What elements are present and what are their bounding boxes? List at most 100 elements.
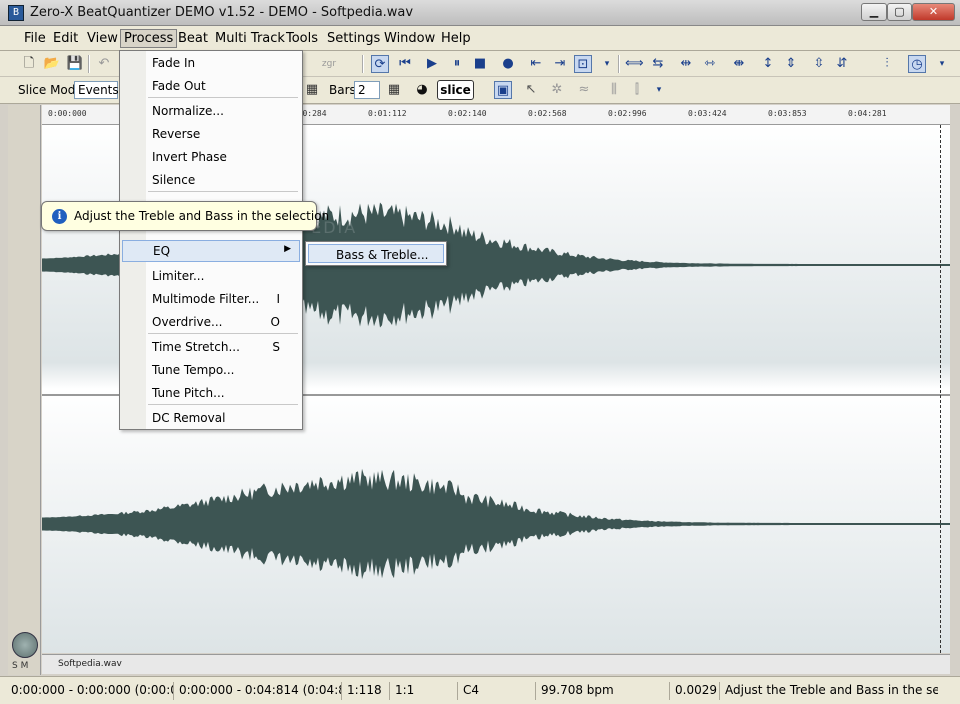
menu-item-limiter[interactable]: Limiter... [152,269,204,283]
save-icon[interactable]: 💾 [66,55,84,73]
menu-multi-track[interactable]: Multi Track [215,31,285,46]
fit-horizontal-icon[interactable]: ⇹ [677,55,695,73]
menu-item-eq-label: EQ [153,244,171,258]
snap-icon[interactable]: ⊡ [574,55,592,73]
menu-item-bass-treble-label: Bass & Treble... [336,248,429,262]
horizontal-scrollbar[interactable]: Softpedia.wav [42,654,950,674]
minimize-button[interactable]: ▁ [861,3,887,21]
slice-button[interactable]: slice [437,80,474,100]
menu-help[interactable]: Help [441,31,471,46]
zoom-out-horizontal-icon[interactable]: ⟺ [625,55,644,73]
toolbar-separator [88,55,90,73]
menu-item-fade-out[interactable]: Fade Out [152,79,206,93]
zoom-reset-icon[interactable]: zgr [320,55,338,73]
menu-process[interactable]: Process [120,29,178,48]
menu-separator [148,404,298,405]
stop-icon[interactable]: ■ [471,55,489,73]
pause-icon[interactable]: ⏸ [448,55,466,73]
tooltip: i Adjust the Treble and Bass in the sele… [41,201,329,231]
zoom-vertical-icon[interactable]: ↕ [759,55,777,73]
grid-icon[interactable]: ⫶ [878,55,896,73]
menu-beat[interactable]: Beat [178,31,208,46]
tick-label: 0:04:281 [848,109,887,118]
maximize-button[interactable]: ▢ [887,3,912,21]
skip-back-icon[interactable]: ⏮ [396,55,414,73]
menu-item-fade-in[interactable]: Fade In [152,56,195,70]
menu-item-dc-removal[interactable]: DC Removal [152,411,225,425]
tick-label: 0:02:996 [608,109,647,118]
clock-icon[interactable]: ◷ [908,55,926,73]
menu-settings[interactable]: Settings [327,31,380,46]
status-note: C4 [460,682,536,700]
marker-left-icon[interactable]: ⇤ [527,55,545,73]
status-hint: Adjust the Treble and Bass in the select… [725,683,938,697]
status-bar: 0:00:000 - 0:00:000 (0:00:000) 0:00:000 … [0,676,960,704]
menu-tools[interactable]: Tools [286,31,318,46]
zoom-in-horizontal-icon[interactable]: ⇆ [649,55,667,73]
menu-item-overdrive[interactable]: Overdrive... [152,315,222,329]
slice-mode-select[interactable]: Events [74,81,119,99]
center-vertical-icon[interactable]: ⇵ [833,55,851,73]
menu-bar: File Edit View Process Beat Multi Track … [0,26,960,51]
status-ratio-2: 1:1 [392,682,458,700]
menu-item-bass-treble[interactable]: Bass & Treble... [308,244,444,263]
menu-item-reverse[interactable]: Reverse [152,127,200,141]
menu-item-tune-pitch[interactable]: Tune Pitch... [152,386,225,400]
marker-right-icon[interactable]: ⇥ [551,55,569,73]
track-file-label: Softpedia.wav [58,659,122,669]
toolbar-separator [362,55,364,73]
menu-item-invert-phase[interactable]: Invert Phase [152,150,227,164]
menu-separator [148,97,298,98]
menu-window[interactable]: Window [384,31,435,46]
zoom-selection-icon[interactable]: ⇿ [701,55,719,73]
menu-item-silence[interactable]: Silence [152,173,195,187]
solo-mute-buttons[interactable]: S M [12,661,28,671]
grid-toggle-icon[interactable]: ▦ [385,81,403,99]
menu-item-tune-tempo[interactable]: Tune Tempo... [152,363,234,377]
tick-label: 0:02:568 [528,109,567,118]
shortcut-label: S [272,340,280,354]
menu-edit[interactable]: Edit [53,31,78,46]
menu-item-eq[interactable]: EQ ▶ [122,240,300,262]
menu-view[interactable]: View [87,31,118,46]
dropdown-arrow-icon[interactable]: ▾ [650,81,668,99]
shrink-vertical-icon[interactable]: ⇕ [782,55,800,73]
zoom-all-icon[interactable]: ⇼ [730,55,748,73]
close-button[interactable]: ✕ [912,3,955,21]
status-bpm: 99.708 bpm [538,682,670,700]
new-file-icon[interactable]: 🗋 [20,55,38,73]
slice-view-icon[interactable]: ▣ [494,81,512,99]
menu-item-multimode-filter[interactable]: Multimode Filter... [152,292,259,306]
menu-file[interactable]: File [24,31,46,46]
shortcut-label: O [270,315,280,329]
play-icon[interactable]: ▶ [423,55,441,73]
undo-icon[interactable]: ↶ [95,55,113,73]
menu-item-normalize[interactable]: Normalize... [152,104,224,118]
open-folder-icon[interactable]: 📂 [43,55,61,73]
fit-vertical-icon[interactable]: ⇳ [810,55,828,73]
toolbar-separator [618,55,620,73]
vertical-ruler [8,105,41,675]
end-marker[interactable] [940,125,942,653]
tick-label: 0:03:424 [688,109,727,118]
menu-item-time-stretch[interactable]: Time Stretch... [152,340,240,354]
volume-knob[interactable] [12,632,38,658]
fx-icon[interactable]: ✲ [548,81,566,99]
dropdown-arrow-icon[interactable]: ▾ [933,55,951,73]
window-title: Zero-X BeatQuantizer DEMO v1.52 - DEMO -… [30,5,414,20]
menu-separator [148,191,298,192]
cursor-plus-icon[interactable]: ↖ [522,81,540,99]
status-range: 0:00:000 - 0:04:814 (0:04:814) [176,682,342,700]
record-icon[interactable]: ● [499,55,517,73]
loop-icon[interactable]: ⟳ [371,55,389,73]
wave-icon[interactable]: ≈ [575,81,593,99]
bars-label: Bars [329,83,356,97]
quantize-alt-icon[interactable]: ⫿ [628,81,646,99]
quantize-icon[interactable]: ⫼ [605,81,623,99]
dropdown-arrow-icon[interactable]: ▾ [598,55,616,73]
grid-toggle-icon[interactable]: ▦ [303,81,321,99]
tick-label: 0:02:140 [448,109,487,118]
gauge-icon[interactable]: ◕ [413,81,431,99]
eq-submenu: Bass & Treble... [305,241,447,266]
bars-input[interactable]: 2 [354,81,380,99]
